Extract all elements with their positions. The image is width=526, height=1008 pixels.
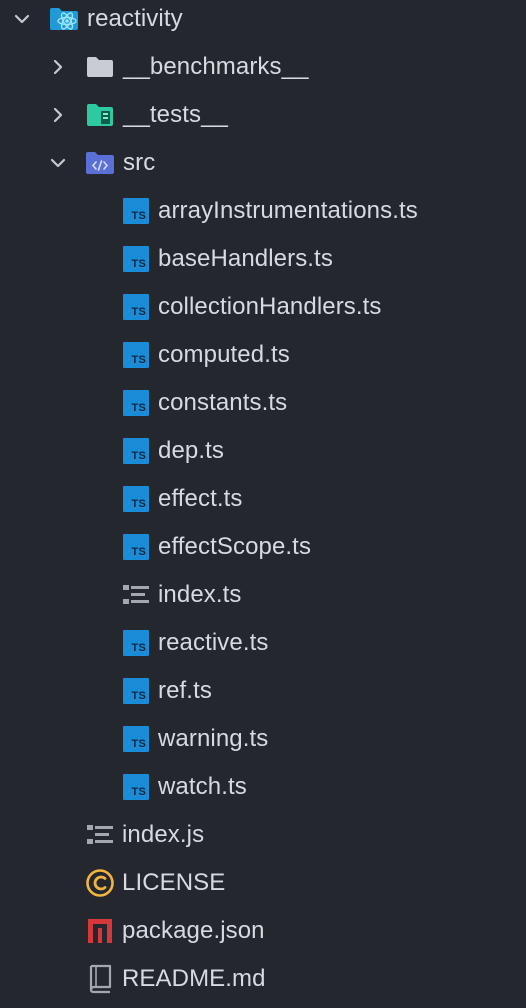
chevron-down-icon[interactable] (48, 153, 68, 173)
file-explorer-tree: reactivity __benchmarks__ __tests__ src … (0, 0, 526, 1008)
tree-item-label: __tests__ (123, 101, 228, 128)
typescript-icon: TS (121, 772, 151, 802)
index-list-icon (121, 580, 151, 610)
chevron-down-icon[interactable] (12, 9, 32, 29)
src-folder-icon (85, 148, 115, 178)
tree-item-label: dep.ts (158, 437, 224, 464)
tree-row-file[interactable]: TS watch.ts (0, 763, 526, 811)
tree-row-file[interactable]: index.ts (0, 571, 526, 619)
tree-item-label: package.json (122, 917, 265, 944)
tree-row-file[interactable]: TS effectScope.ts (0, 523, 526, 571)
tree-row-file[interactable]: README.md (0, 955, 526, 1003)
tree-item-label: effect.ts (158, 485, 243, 512)
typescript-icon: TS (121, 676, 151, 706)
tree-item-label: reactivity (87, 5, 183, 32)
tree-item-label: ref.ts (158, 677, 212, 704)
typescript-icon: TS (121, 340, 151, 370)
chevron-right-icon[interactable] (48, 105, 68, 125)
index-list-icon (85, 820, 115, 850)
typescript-icon: TS (121, 436, 151, 466)
typescript-icon: TS (121, 532, 151, 562)
tree-row-file[interactable]: TS ref.ts (0, 667, 526, 715)
folder-icon (85, 52, 115, 82)
tree-item-label: index.js (122, 821, 205, 848)
tree-row-src-folder[interactable]: src (0, 139, 526, 187)
tree-item-label: warning.ts (158, 725, 269, 752)
npm-package-icon (85, 916, 115, 946)
tree-item-label: computed.ts (158, 341, 290, 368)
typescript-icon: TS (121, 484, 151, 514)
tree-row-file[interactable]: LICENSE (0, 859, 526, 907)
typescript-icon: TS (121, 196, 151, 226)
tree-item-label: index.ts (158, 581, 242, 608)
tree-row-file[interactable]: TS constants.ts (0, 379, 526, 427)
typescript-icon: TS (121, 628, 151, 658)
tree-item-label: LICENSE (122, 869, 226, 896)
chevron-right-icon[interactable] (48, 57, 68, 77)
tree-item-label: constants.ts (158, 389, 288, 416)
tree-item-label: __benchmarks__ (123, 53, 309, 80)
readme-book-icon (85, 964, 115, 994)
tree-row-file[interactable]: TS baseHandlers.ts (0, 235, 526, 283)
license-icon (85, 868, 115, 898)
tree-item-label: baseHandlers.ts (158, 245, 333, 272)
tree-row-file[interactable]: TS warning.ts (0, 715, 526, 763)
tree-row-benchmarks-folder[interactable]: __benchmarks__ (0, 43, 526, 91)
tree-item-label: arrayInstrumentations.ts (158, 197, 418, 224)
tree-row-file[interactable]: package.json (0, 907, 526, 955)
tree-row-file[interactable]: TS effect.ts (0, 475, 526, 523)
tree-item-label: README.md (122, 965, 266, 992)
tree-item-label: effectScope.ts (158, 533, 312, 560)
tree-row-file[interactable]: TS dep.ts (0, 427, 526, 475)
tree-item-label: watch.ts (158, 773, 247, 800)
typescript-icon: TS (121, 724, 151, 754)
react-folder-icon (49, 4, 79, 34)
tree-row-file[interactable]: TS collectionHandlers.ts (0, 283, 526, 331)
typescript-icon: TS (121, 292, 151, 322)
tree-row-file[interactable]: TS computed.ts (0, 331, 526, 379)
tree-row-file[interactable]: index.js (0, 811, 526, 859)
tree-row-file[interactable]: TS reactive.ts (0, 619, 526, 667)
tree-row-file[interactable]: TS arrayInstrumentations.ts (0, 187, 526, 235)
tree-row-reactivity[interactable]: reactivity (0, 0, 526, 43)
typescript-icon: TS (121, 244, 151, 274)
tree-item-label: reactive.ts (158, 629, 269, 656)
tree-item-label: src (123, 149, 156, 176)
test-folder-icon (85, 100, 115, 130)
tree-row-tests-folder[interactable]: __tests__ (0, 91, 526, 139)
tree-item-label: collectionHandlers.ts (158, 293, 382, 320)
typescript-icon: TS (121, 388, 151, 418)
